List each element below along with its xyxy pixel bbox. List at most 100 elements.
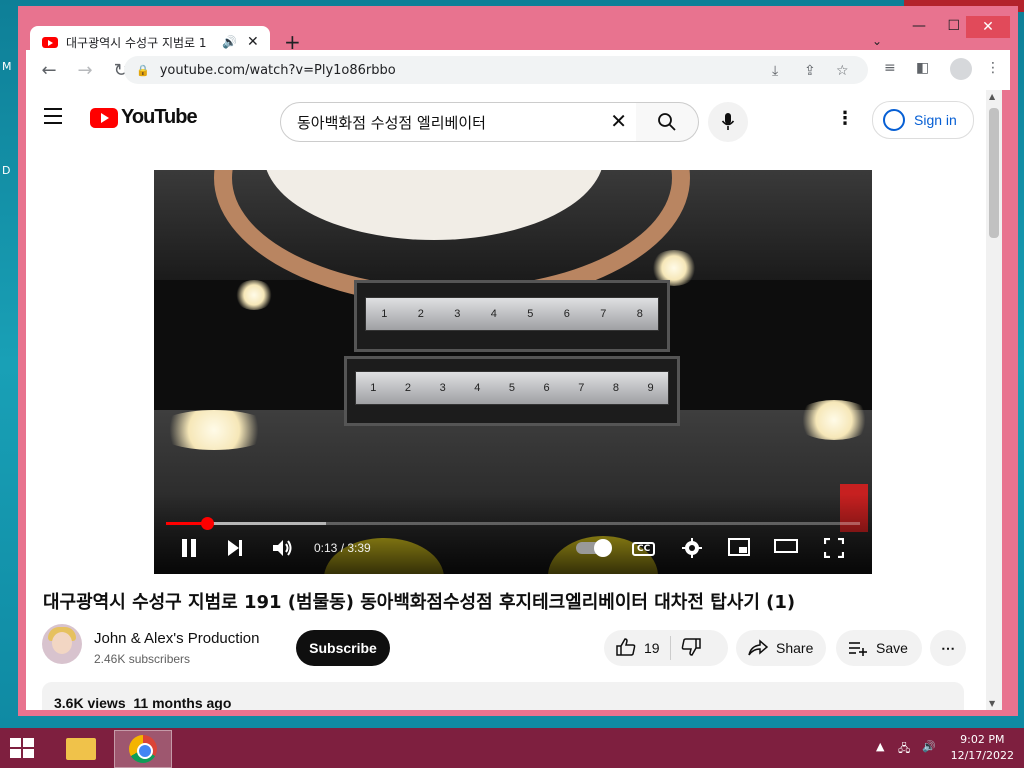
tab-title: 대구광역시 수성구 지범로 1 — [66, 35, 207, 50]
search-query-text[interactable]: 동아백화점 수성점 엘리베이터 — [297, 112, 486, 133]
like-count[interactable]: 19 — [644, 640, 660, 656]
pause-icon — [182, 539, 196, 557]
youtube-logo[interactable]: YouTube — [90, 106, 198, 129]
progress-bar[interactable] — [166, 517, 860, 530]
clock-time: 9:02 PM — [960, 733, 1005, 746]
more-actions-button[interactable]: ⋯ — [930, 630, 966, 666]
description-box[interactable]: 3.6K views 11 months ago — [42, 682, 964, 710]
share-page-icon[interactable]: ⇪ — [804, 63, 816, 79]
search-button[interactable] — [636, 102, 699, 142]
share-arrow-icon — [748, 639, 768, 656]
chrome-icon — [129, 735, 157, 763]
audio-playing-icon[interactable]: 🔊 — [222, 35, 237, 49]
channel-name[interactable]: John & Alex's Production — [94, 630, 259, 647]
page-scrollbar[interactable]: ▲ ▼ — [986, 90, 1002, 710]
tab-strip: 대구광역시 수성구 지범로 1 🔊 ✕ + ⌄ — ☐ ✕ — [26, 14, 1010, 58]
subtitles-button[interactable]: CC — [632, 542, 656, 556]
dislike-button[interactable] — [681, 637, 701, 659]
floor-number: 7 — [578, 382, 585, 394]
view-count: 3.6K views — [54, 695, 126, 710]
desktop-icon-label[interactable]: M — [2, 60, 12, 73]
view-stats: 3.6K views 11 months ago — [54, 695, 231, 710]
floor-number: 4 — [490, 308, 497, 320]
close-window-button[interactable]: ✕ — [966, 16, 1010, 38]
maximize-button[interactable]: ☐ — [947, 18, 960, 34]
windows-taskbar: ▲ 🖧 🔊 9:02 PM 12/17/2022 — [0, 728, 1024, 768]
url-text[interactable]: youtube.com/watch?v=Ply1o86rbbo — [160, 63, 396, 78]
autoplay-toggle[interactable] — [576, 539, 612, 557]
autoplay-knob — [594, 539, 612, 557]
thumbs-down-icon — [681, 637, 701, 656]
scroll-down-icon[interactable]: ▼ — [989, 699, 995, 708]
minimize-button[interactable]: — — [912, 18, 926, 34]
time-display: 0:13 / 3:39 — [314, 541, 371, 555]
next-button[interactable] — [226, 538, 244, 563]
theater-mode-button[interactable] — [774, 538, 798, 559]
tab-close-icon[interactable]: ✕ — [247, 34, 259, 50]
chrome-taskbar-button[interactable] — [114, 730, 172, 768]
elevator-indicator-panel-top: 1 2 3 4 5 6 7 8 — [354, 280, 670, 352]
save-button[interactable]: Save — [836, 630, 922, 666]
address-bar[interactable]: 🔒 youtube.com/watch?v=Ply1o86rbbo ⤓ ⇪ ☆ — [124, 56, 868, 84]
settings-button[interactable] — [682, 538, 702, 563]
floor-number: 5 — [508, 382, 516, 394]
video-frame-light — [794, 400, 872, 440]
share-label: Share — [776, 640, 814, 656]
settings-more-icon[interactable]: ⋮ — [836, 108, 854, 129]
theater-icon — [774, 539, 798, 553]
floor-number: 5 — [527, 308, 534, 320]
sign-in-label: Sign in — [914, 112, 957, 128]
floor-number: 1 — [370, 382, 377, 394]
volume-icon — [273, 540, 292, 556]
chrome-menu-icon[interactable]: ⋮ — [986, 60, 1000, 76]
next-icon — [228, 540, 242, 556]
clear-search-icon[interactable]: ✕ — [610, 109, 627, 133]
bookmark-star-icon[interactable]: ☆ — [836, 63, 849, 79]
gear-icon — [682, 538, 702, 558]
system-clock[interactable]: 9:02 PM 12/17/2022 — [951, 732, 1014, 764]
add-to-playlist-icon — [849, 642, 867, 656]
floor-number: 3 — [439, 382, 446, 394]
elevator-indicator-panel-bottom: 1 2 3 4 5 6 7 8 9 — [344, 356, 680, 426]
volume-button[interactable] — [272, 538, 294, 563]
video-title: 대구광역시 수성구 지범로 191 (범물동) 동아백화점수성점 후지테크엘리베… — [43, 592, 796, 613]
channel-avatar[interactable] — [42, 624, 82, 664]
like-button[interactable] — [616, 637, 636, 659]
video-player[interactable]: 12345678 123456789 0:13 / 3:39 CC — [154, 170, 872, 574]
share-button[interactable]: Share — [736, 630, 826, 666]
side-panel-icon[interactable]: ◧ — [916, 60, 929, 76]
lock-icon[interactable]: 🔒 — [136, 64, 150, 77]
search-input[interactable]: 동아백화점 수성점 엘리베이터 ✕ — [280, 102, 638, 142]
scrubber-handle[interactable] — [200, 517, 214, 530]
windows-start-icon[interactable] — [10, 738, 36, 758]
desktop-icon-label[interactable]: D — [2, 164, 10, 177]
pause-button[interactable] — [180, 538, 198, 563]
network-icon[interactable]: 🖧 — [898, 740, 910, 759]
voice-search-button[interactable] — [708, 102, 748, 142]
back-button[interactable]: ← — [36, 60, 62, 81]
profile-avatar-icon[interactable] — [950, 58, 972, 80]
scroll-up-icon[interactable]: ▲ — [989, 92, 995, 101]
media-control-icon[interactable]: ≡ — [884, 60, 896, 76]
install-app-icon[interactable]: ⤓ — [772, 63, 778, 79]
controls-overlay — [154, 494, 872, 574]
show-hidden-icons-icon[interactable]: ▲ — [876, 740, 884, 753]
clock-date: 12/17/2022 — [950, 749, 1014, 762]
sign-in-button[interactable]: Sign in — [872, 101, 974, 139]
floor-number: 2 — [404, 382, 412, 394]
save-label: Save — [876, 640, 908, 656]
file-explorer-taskbar-button[interactable] — [52, 730, 108, 766]
subscribe-button[interactable]: Subscribe — [296, 630, 390, 666]
menu-icon[interactable] — [44, 108, 62, 129]
floor-number: 3 — [454, 308, 461, 320]
floor-number: 7 — [600, 308, 607, 320]
video-frame-light — [154, 410, 274, 450]
tab-search-chevron-icon[interactable]: ⌄ — [872, 34, 882, 48]
scrollbar-thumb[interactable] — [989, 108, 999, 238]
speaker-icon[interactable]: 🔊 — [922, 740, 936, 753]
fullscreen-button[interactable] — [823, 537, 845, 563]
miniplayer-button[interactable] — [728, 538, 750, 561]
microphone-icon — [721, 113, 735, 130]
floor-number: 9 — [647, 382, 654, 394]
forward-button[interactable]: → — [72, 60, 98, 81]
